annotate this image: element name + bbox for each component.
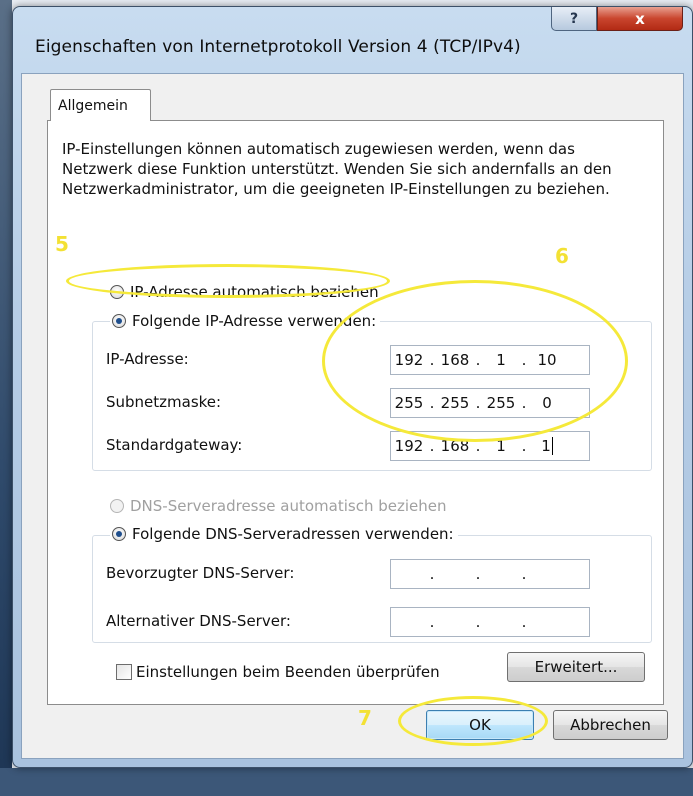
validate-on-exit-checkbox[interactable]: Einstellungen beim Beenden überprüfen: [116, 663, 440, 681]
help-button[interactable]: ?: [551, 7, 597, 31]
dialog-client-area: Allgemein IP-Einstellungen können automa…: [21, 73, 684, 759]
subnet-mask-label: Subnetzmaske:: [106, 393, 222, 411]
ip-octet: 10: [537, 351, 557, 369]
close-icon: x: [635, 9, 645, 28]
radio-dns-manual[interactable]: Folgende DNS-Serveradressen verwenden:: [110, 525, 458, 543]
ip-octet: 192: [394, 437, 424, 455]
preferred-dns-input[interactable]: . . .: [390, 559, 590, 589]
annotation-step-6: 6: [555, 244, 569, 268]
ok-button[interactable]: OK: [426, 710, 534, 740]
dialog-title: Eigenschaften von Internetprotokoll Vers…: [35, 37, 521, 57]
annotation-step-5: 5: [55, 232, 69, 256]
validate-on-exit-label: Einstellungen beim Beenden überprüfen: [136, 663, 440, 681]
checkbox-indicator[interactable]: [116, 664, 132, 680]
radio-dns-auto-indicator[interactable]: [110, 499, 124, 513]
default-gateway-input[interactable]: 192. 168. 1. 1: [390, 431, 590, 461]
desktop-background-bottom: [0, 768, 693, 796]
ip-octet: 255: [486, 394, 516, 412]
ip-octet: 168: [440, 351, 470, 369]
ip-octet: 1: [541, 436, 553, 456]
radio-ip-auto-indicator[interactable]: [110, 285, 124, 299]
radio-ip-auto-label: IP-Adresse automatisch beziehen: [130, 283, 379, 301]
advanced-button[interactable]: Erweitert...: [507, 652, 645, 682]
radio-ip-manual-indicator[interactable]: [112, 314, 126, 328]
text-cursor: [551, 437, 553, 456]
desktop-background-left: [0, 0, 12, 796]
ip-octet: 1: [496, 351, 506, 369]
alternate-dns-label: Alternativer DNS-Server:: [106, 612, 291, 630]
radio-dns-manual-indicator[interactable]: [112, 527, 126, 541]
radio-dns-auto[interactable]: DNS-Serveradresse automatisch beziehen: [110, 497, 447, 515]
default-gateway-label: Standardgateway:: [106, 436, 243, 454]
ip-octet: 192: [394, 351, 424, 369]
tab-allgemein[interactable]: Allgemein: [50, 89, 151, 121]
radio-dns-manual-label: Folgende DNS-Serveradressen verwenden:: [132, 525, 454, 543]
tcp-ipv4-properties-dialog: Eigenschaften von Internetprotokoll Vers…: [12, 6, 693, 768]
ip-octet: 255: [440, 394, 470, 412]
ip-octet: 255: [394, 394, 424, 412]
ip-address-label: IP-Adresse:: [106, 350, 189, 368]
radio-dns-auto-label: DNS-Serveradresse automatisch beziehen: [130, 497, 447, 515]
cancel-button[interactable]: Abbrechen: [553, 710, 668, 740]
radio-ip-manual[interactable]: Folgende IP-Adresse verwenden:: [110, 312, 381, 330]
subnet-mask-input[interactable]: 255. 255. 255. 0: [390, 388, 590, 418]
tab-panel-allgemein: IP-Einstellungen können automatisch zuge…: [47, 120, 664, 705]
close-button[interactable]: x: [597, 7, 683, 31]
description-text: IP-Einstellungen können automatisch zuge…: [62, 140, 612, 198]
ip-octet: 1: [496, 437, 506, 455]
ip-octet: 0: [542, 394, 552, 412]
ip-octet: 168: [440, 437, 470, 455]
ip-address-input[interactable]: 192. 168. 1. 10: [390, 345, 590, 375]
radio-ip-auto[interactable]: IP-Adresse automatisch beziehen: [110, 283, 379, 301]
annotation-step-7: 7: [358, 706, 372, 730]
alternate-dns-input[interactable]: . . .: [390, 607, 590, 637]
preferred-dns-label: Bevorzugter DNS-Server:: [106, 564, 295, 582]
radio-ip-manual-label: Folgende IP-Adresse verwenden:: [132, 312, 377, 330]
help-icon: ?: [569, 10, 579, 27]
